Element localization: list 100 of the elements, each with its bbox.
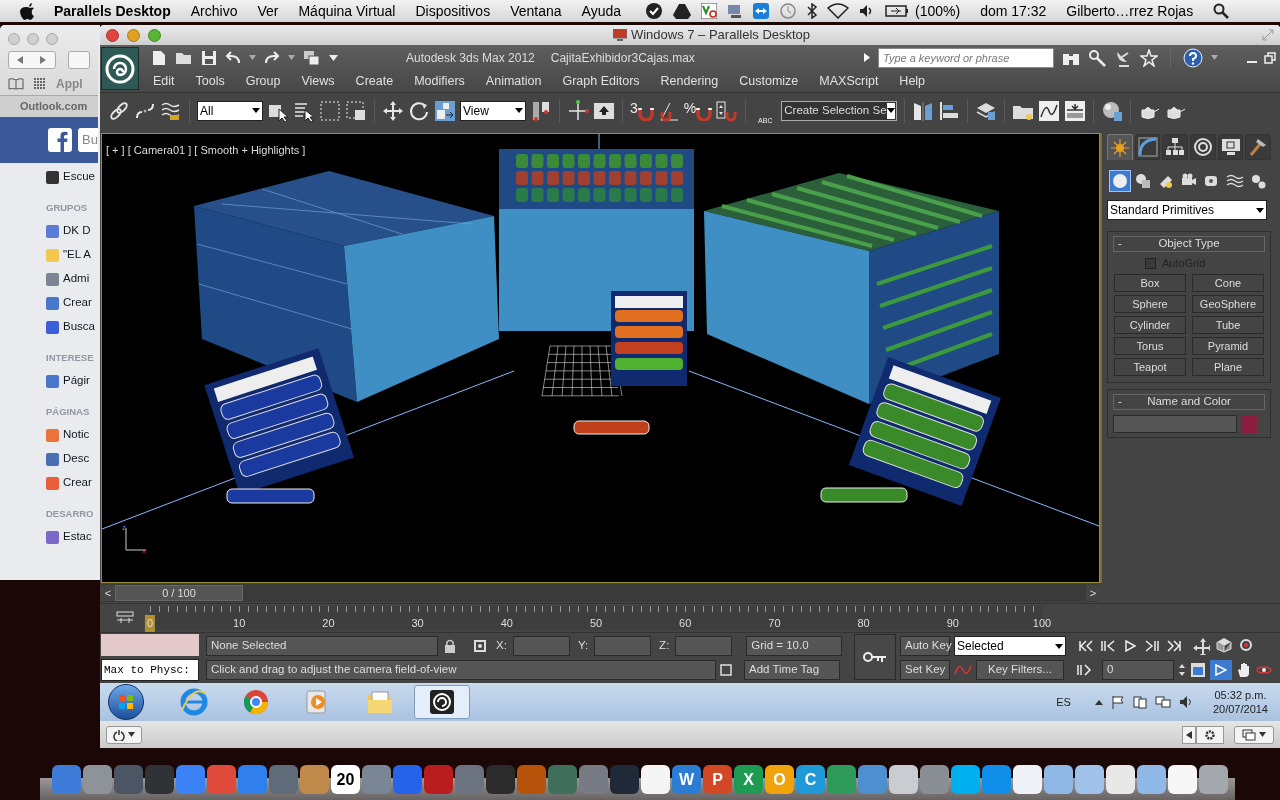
set-key-mode-button[interactable] <box>854 634 896 680</box>
percent-snap-button[interactable]: % <box>683 100 713 121</box>
auto-key-button[interactable]: Auto Key <box>900 636 950 656</box>
app-icon[interactable]: P <box>703 765 732 794</box>
primitive-button[interactable]: Box <box>1114 274 1186 292</box>
menu-item[interactable]: Group <box>245 71 281 91</box>
object-class-dropdown[interactable]: Standard Primitives <box>1107 200 1267 220</box>
panel-tab[interactable] <box>1162 134 1188 160</box>
menu-item[interactable]: Customize <box>739 71 799 91</box>
sidebar-link[interactable]: Notic <box>63 426 90 444</box>
spinner-icon[interactable] <box>1178 662 1186 678</box>
add-time-tag-button[interactable]: Add Time Tag <box>744 660 840 680</box>
app-name[interactable]: Parallels Desktop <box>54 0 171 22</box>
app-icon[interactable] <box>1168 765 1197 794</box>
transform-mode-icon[interactable] <box>472 638 488 654</box>
app-icon[interactable] <box>1013 765 1042 794</box>
primitive-button[interactable]: Cone <box>1192 274 1264 292</box>
next-frame-button[interactable]: > <box>1086 585 1100 601</box>
view-mode-button[interactable] <box>1234 725 1274 744</box>
object-name-field[interactable] <box>1113 415 1237 433</box>
menu-item[interactable]: Create <box>355 71 394 91</box>
sidebar-link[interactable]: Crear <box>63 474 92 492</box>
sidebar-link[interactable]: Desc <box>63 450 90 468</box>
app-icon[interactable] <box>1106 765 1135 794</box>
menu-item[interactable]: MAXScript <box>819 71 879 91</box>
sidebar-link[interactable]: Admi <box>63 270 90 288</box>
sidebar-link[interactable]: Busca <box>63 318 95 336</box>
hand-icon[interactable] <box>1236 662 1252 678</box>
selection-filter-dropdown[interactable]: All <box>197 100 263 121</box>
application-button[interactable] <box>101 47 139 90</box>
sidebar-link[interactable]: Estac <box>63 528 92 546</box>
sidebar-link[interactable]: Escue <box>63 168 95 186</box>
sidebar-link[interactable]: DK D <box>63 222 91 240</box>
navigation-button[interactable] <box>1182 725 1196 744</box>
menu-item[interactable]: Help <box>899 71 926 91</box>
star-icon[interactable] <box>1140 48 1158 67</box>
book-icon[interactable] <box>8 78 24 90</box>
snap-toggle-button[interactable]: 3 <box>630 100 654 121</box>
redo-icon[interactable] <box>264 50 280 65</box>
help-icon[interactable] <box>1183 47 1203 68</box>
menu-item[interactable]: Dispositivos <box>415 0 491 22</box>
curve-editor-icon[interactable] <box>1038 99 1061 122</box>
menu-item[interactable]: Archivo <box>190 0 238 22</box>
start-button[interactable] <box>108 684 144 720</box>
search-field[interactable]: Type a keyword or phrase <box>878 47 1054 68</box>
panel-tab[interactable] <box>1217 134 1244 160</box>
app-icon[interactable] <box>889 765 918 794</box>
clock-icon[interactable] <box>779 2 797 20</box>
back-forward-button[interactable] <box>8 51 56 69</box>
rotate-icon[interactable] <box>408 99 430 122</box>
apple-icon[interactable] <box>18 2 34 20</box>
menu-item[interactable]: Tools <box>195 71 225 91</box>
swirl-logo-icon[interactable] <box>105 53 135 84</box>
dashed-square-cube-icon[interactable] <box>345 99 367 122</box>
dashed-square-icon[interactable] <box>319 99 341 122</box>
viewport-label[interactable]: [ + ] [ Camera01 ] [ Smooth + Highlights ] <box>106 144 306 156</box>
pointer-tool-button[interactable] <box>1210 660 1232 680</box>
restore-icon[interactable] <box>1264 51 1276 64</box>
current-frame-field[interactable]: 0 <box>1102 660 1174 680</box>
menu-item[interactable]: Ventana <box>510 0 562 22</box>
time-config-icon[interactable] <box>1076 663 1092 677</box>
caret-icon[interactable] <box>1094 699 1103 705</box>
mirror-icon[interactable] <box>912 99 935 122</box>
battery-icon[interactable] <box>885 5 909 17</box>
scale-icon[interactable] <box>434 99 456 122</box>
panel-tab[interactable] <box>1190 134 1216 160</box>
menu-item[interactable]: Rendering <box>660 71 719 91</box>
listener-input[interactable]: Max to Physc: <box>101 659 199 681</box>
coordinate-field[interactable] <box>675 636 733 656</box>
save-icon[interactable] <box>201 49 217 66</box>
wifi-icon[interactable] <box>827 3 849 19</box>
app-icon[interactable] <box>641 765 670 794</box>
primitive-button[interactable]: GeoSphere <box>1192 295 1264 313</box>
primitive-button[interactable]: Cylinder <box>1114 316 1186 334</box>
primitive-button[interactable]: Pyramid <box>1192 337 1264 355</box>
user-name[interactable]: Gilberto…rrez Rojas <box>1066 0 1194 22</box>
square-icon[interactable] <box>720 664 732 676</box>
app-icon[interactable] <box>1075 765 1104 794</box>
minimize-button[interactable] <box>127 28 140 42</box>
sidebar-link[interactable]: Crear <box>63 294 92 312</box>
rollout-header[interactable]: - Name and Color <box>1113 394 1265 410</box>
coordinate-field[interactable] <box>512 636 570 656</box>
menu-item[interactable]: Modifiers <box>414 71 465 91</box>
search-field[interactable]: Bu <box>78 128 98 152</box>
track-bar-icon[interactable] <box>116 611 134 625</box>
project-folder-icon[interactable] <box>303 49 321 66</box>
grid-icon[interactable] <box>34 78 46 90</box>
panel-icon[interactable] <box>1064 99 1087 122</box>
close-button[interactable] <box>106 28 119 42</box>
primitive-button[interactable]: Plane <box>1192 358 1264 376</box>
flag-icon[interactable] <box>1110 695 1125 709</box>
named-selection-dropdown[interactable]: Create Selection Se <box>781 100 898 121</box>
move-icon[interactable] <box>382 99 404 122</box>
move-icon[interactable] <box>1192 637 1210 655</box>
category-button[interactable] <box>1109 170 1131 192</box>
panel-tab[interactable] <box>1134 134 1161 160</box>
checkmark-icon[interactable] <box>645 2 663 20</box>
caret-icon[interactable] <box>329 54 338 61</box>
window-icon[interactable] <box>1190 662 1206 678</box>
primitive-button[interactable]: Teapot <box>1114 358 1186 376</box>
